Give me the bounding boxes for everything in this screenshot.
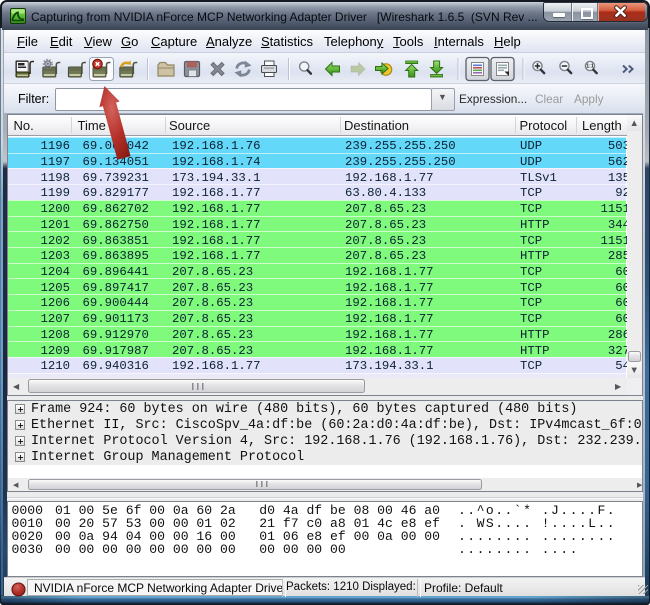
svg-text:1:1: 1:1 <box>586 64 594 70</box>
